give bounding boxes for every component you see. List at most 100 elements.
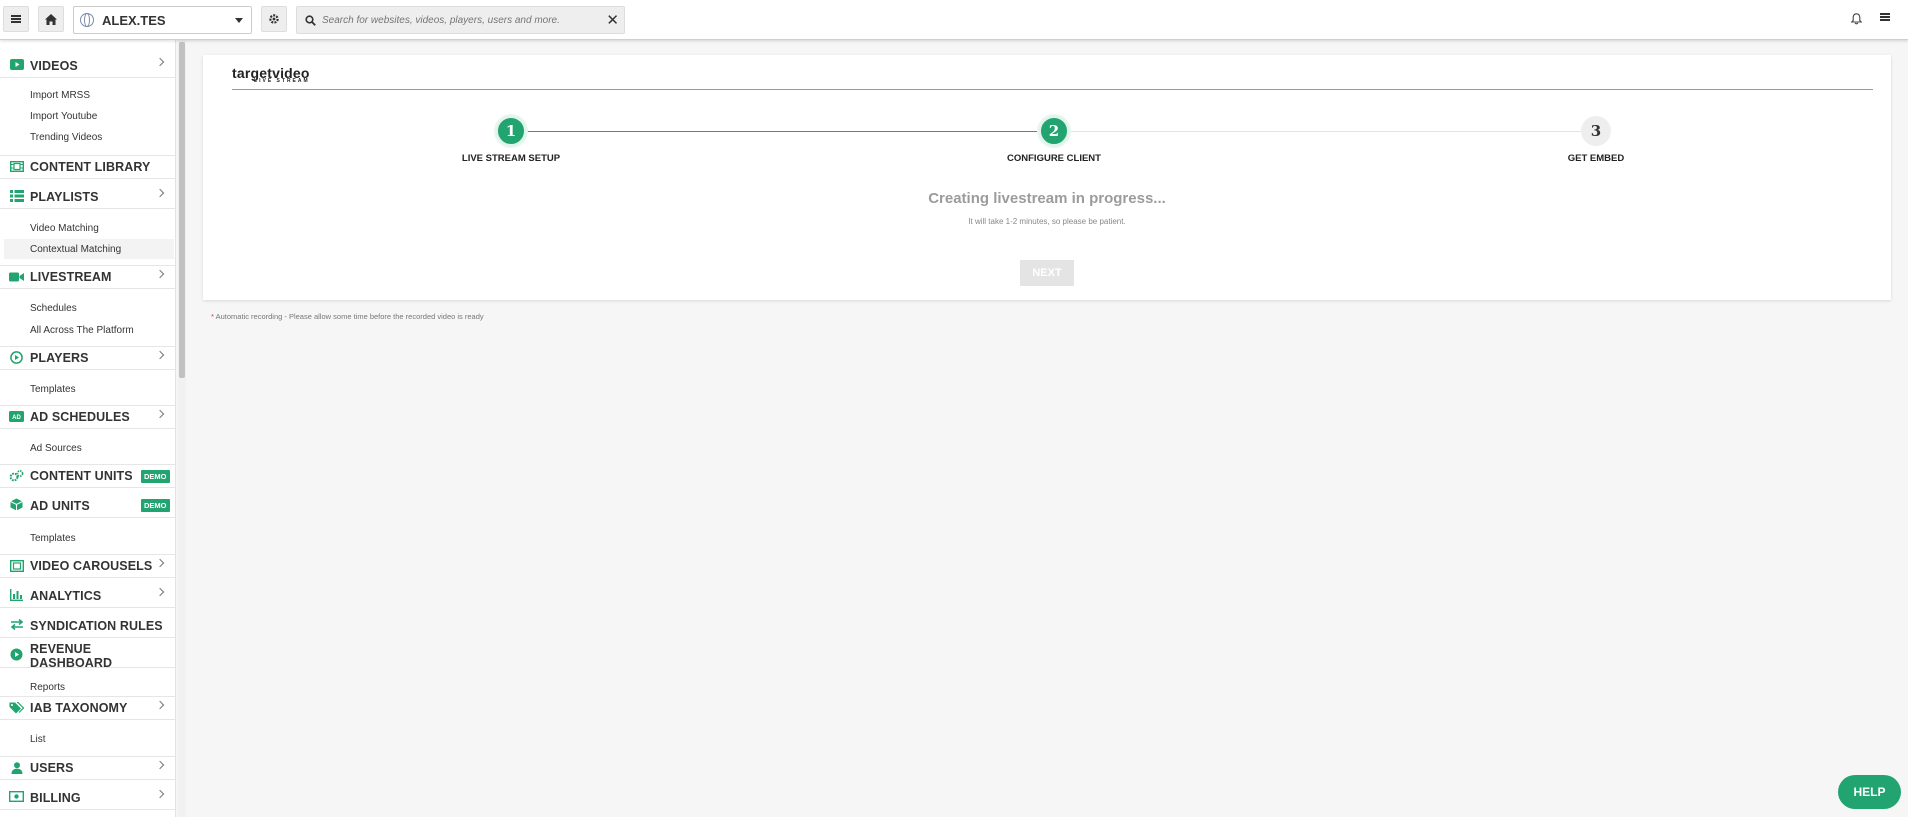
sidebar-subitem-schedules[interactable]: Schedules <box>30 303 77 314</box>
sidebar-item-analytics[interactable]: ANALYTICS <box>0 584 175 608</box>
sidebar-subitem-list[interactable]: List <box>30 734 46 745</box>
chevron-right-icon <box>155 57 165 67</box>
sidebar-item-label: REVENUE DASHBOARD <box>30 641 113 670</box>
demo-badge: DEMO <box>141 499 170 512</box>
sidebar-item-billing[interactable]: BILLING <box>0 786 175 810</box>
sidebar-subitem-import-youtube[interactable]: Import Youtube <box>30 111 97 122</box>
sidebar-subitem-video-matching[interactable]: Video Matching <box>30 223 99 234</box>
sidebar-item-label: BILLING <box>30 790 81 805</box>
sidebar-item-label: VIDEO CAROUSELS <box>30 559 153 573</box>
video-icon <box>9 58 24 71</box>
top-bar: ALEX.TES ✕ <box>0 0 1908 40</box>
help-button[interactable]: HELP <box>1838 775 1901 809</box>
sidebar-subitem-trending-videos[interactable]: Trending Videos <box>30 132 102 143</box>
sidebar-subitem-contextual-matching[interactable]: Contextual Matching <box>30 244 121 255</box>
film-icon <box>9 160 24 173</box>
chevron-right-icon <box>155 700 165 710</box>
sidebar: VIDEOS Import MRSS Import Youtube Trendi… <box>0 40 176 817</box>
sidebar-item-label: CONTENT UNITS <box>30 469 133 483</box>
recording-note: * Automatic recording - Please allow som… <box>211 312 484 321</box>
sidebar-subitem-ad-unit-templates[interactable]: Templates <box>30 533 76 544</box>
clear-search-icon[interactable]: ✕ <box>606 11 619 29</box>
bell-icon <box>1850 13 1863 25</box>
sidebar-item-content-units[interactable]: CONTENT UNITS DEMO <box>0 464 175 488</box>
step-2-circle: 2 <box>1039 116 1069 146</box>
step-3-label: GET EMBED <box>1567 153 1625 164</box>
sidebar-item-content-library[interactable]: CONTENT LIBRARY <box>0 155 175 179</box>
sidebar-item-users[interactable]: USERS <box>0 756 175 780</box>
scrollbar-thumb[interactable] <box>179 42 185 378</box>
sidebar-subitem-reports[interactable]: Reports <box>30 682 65 693</box>
step-connector-pending <box>1054 131 1596 132</box>
sidebar-item-revenue-dashboard[interactable]: REVENUE DASHBOARD <box>0 641 175 670</box>
sidebar-item-label: USERS <box>30 761 74 775</box>
chevron-right-icon <box>155 269 165 279</box>
sidebar-subitem-player-templates[interactable]: Templates <box>30 384 76 395</box>
sidebar-item-iab-taxonomy[interactable]: IAB TAXONOMY <box>0 696 175 720</box>
site-selector[interactable]: ALEX.TES <box>73 6 252 34</box>
step-3-circle: 3 <box>1581 116 1611 146</box>
progress-title: Creating livestream in progress... <box>928 190 1166 207</box>
brand-logo: targetvideo LIVE STREAM <box>232 65 310 84</box>
header-divider <box>232 89 1873 90</box>
chevron-right-icon <box>155 558 165 568</box>
sidebar-subitem-ad-sources[interactable]: Ad Sources <box>30 443 82 454</box>
globe-icon <box>80 13 94 27</box>
sidebar-item-videos[interactable]: VIDEOS <box>0 54 175 78</box>
user-icon <box>9 761 24 774</box>
sidebar-item-label: AD UNITS <box>30 498 90 513</box>
cube-icon <box>9 498 24 511</box>
sidebar-item-label: VIDEOS <box>30 58 78 73</box>
sidebar-item-syndication-rules[interactable]: SYNDICATION RULES <box>0 614 175 638</box>
sidebar-subitem-all-across-platform[interactable]: All Across The Platform <box>30 325 134 336</box>
svg-text:AD: AD <box>12 415 21 421</box>
tags-icon <box>9 701 24 714</box>
ad-icon: AD <box>9 410 24 423</box>
sidebar-item-players[interactable]: PLAYERS <box>0 346 175 370</box>
sidebar-item-label: LIVESTREAM <box>30 270 112 284</box>
sidebar-item-ad-units[interactable]: AD UNITS DEMO <box>0 494 175 518</box>
livestream-wizard-card: targetvideo LIVE STREAM 1 LIVE STREAM SE… <box>203 55 1891 300</box>
next-button[interactable]: NEXT <box>1020 260 1074 286</box>
sidebar-item-label: CONTENT LIBRARY <box>30 160 151 174</box>
sidebar-item-label: SYNDICATION RULES <box>30 618 163 633</box>
chevron-right-icon <box>155 760 165 770</box>
sidebar-subitem-import-mrss[interactable]: Import MRSS <box>30 90 90 101</box>
search-input[interactable] <box>322 14 602 26</box>
sidebar-scrollbar[interactable] <box>178 40 186 817</box>
recording-note-text: Automatic recording - Please allow some … <box>213 312 484 321</box>
money-icon <box>9 790 24 803</box>
video-camera-icon <box>9 270 24 283</box>
progress-subtitle: It will take 1-2 minutes, so please be p… <box>968 217 1126 226</box>
chevron-right-icon <box>155 188 165 198</box>
cogs-icon <box>9 469 24 482</box>
sidebar-item-video-carousels[interactable]: VIDEO CAROUSELS <box>0 554 175 578</box>
carousel-icon <box>9 559 24 572</box>
sidebar-item-label: PLAYERS <box>30 351 89 365</box>
notifications-button[interactable] <box>1850 12 1863 30</box>
chevron-right-icon <box>155 350 165 360</box>
hamburger-icon <box>1880 13 1890 21</box>
list-icon <box>9 189 24 202</box>
sidebar-item-label: ANALYTICS <box>30 588 102 603</box>
sidebar-item-playlists[interactable]: PLAYLISTS <box>0 185 175 209</box>
search-icon <box>305 14 316 26</box>
home-button[interactable] <box>38 6 64 32</box>
demo-badge: DEMO <box>141 470 170 483</box>
settings-button[interactable] <box>261 6 287 32</box>
sidebar-item-label: PLAYLISTS <box>30 189 99 204</box>
play-circle-icon <box>9 648 24 661</box>
search-bar: ✕ <box>296 6 625 34</box>
sidebar-item-ad-schedules[interactable]: AD AD SCHEDULES <box>0 405 175 429</box>
sidebar-item-livestream[interactable]: LIVESTREAM <box>0 265 175 289</box>
exchange-icon <box>9 618 24 631</box>
gear-icon <box>269 14 279 24</box>
step-2-label: CONFIGURE CLIENT <box>1007 153 1101 164</box>
menu-toggle-button[interactable] <box>3 6 29 32</box>
bar-chart-icon <box>9 588 24 601</box>
right-menu-button[interactable] <box>1880 13 1890 21</box>
sidebar-item-label: AD SCHEDULES <box>30 410 130 424</box>
chevron-right-icon <box>155 789 165 799</box>
chevron-right-icon <box>155 587 165 597</box>
step-1-circle: 1 <box>496 116 526 146</box>
